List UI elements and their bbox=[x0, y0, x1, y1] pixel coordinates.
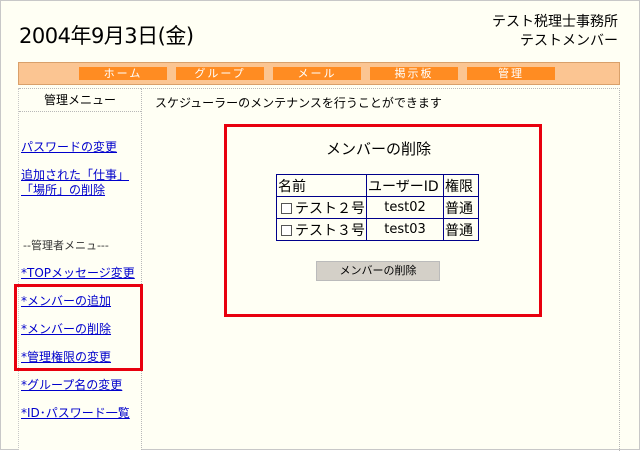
sidebar-link-top-message[interactable]: *TOPメッセージ変更 bbox=[21, 264, 135, 281]
member-name: テストメンバー bbox=[520, 33, 618, 49]
member-checkbox[interactable] bbox=[281, 203, 292, 214]
userid-cell: test03 bbox=[366, 218, 444, 241]
member-checkbox[interactable] bbox=[281, 225, 292, 236]
member-name: テスト２号 bbox=[295, 200, 365, 217]
name-cell: テスト３号 bbox=[276, 218, 367, 241]
userid-cell: test02 bbox=[366, 196, 444, 219]
role-cell: 普通 bbox=[443, 218, 479, 241]
sidebar-link-place[interactable]: 「場所」の削除 bbox=[21, 181, 105, 198]
table-row: テスト２号 test02 普通 bbox=[276, 196, 479, 219]
column-header-role: 権限 bbox=[443, 174, 479, 197]
nav-board-button[interactable]: 掲示板 bbox=[370, 67, 458, 80]
sidebar-link-id-list[interactable]: *ID･パスワード一覧 bbox=[21, 404, 130, 421]
nav-admin-button[interactable]: 管理 bbox=[467, 67, 555, 80]
office-info: テスト税理士事務所 テストメンバー bbox=[492, 13, 618, 51]
role-cell: 普通 bbox=[443, 196, 479, 219]
column-header-name: 名前 bbox=[276, 174, 367, 197]
table-header-row: 名前 ユーザーID 権限 bbox=[276, 174, 479, 197]
table-row: テスト３号 test03 普通 bbox=[276, 218, 479, 241]
page-description: スケジューラーのメンテナンスを行うことができます bbox=[155, 96, 442, 110]
form-title: メンバーの削除 bbox=[326, 140, 432, 158]
sidebar-title: 管理メニュー bbox=[19, 88, 141, 112]
nav-mail-button[interactable]: メール bbox=[273, 67, 361, 80]
nav-group-button[interactable]: グループ bbox=[176, 67, 264, 80]
name-cell: テスト２号 bbox=[276, 196, 367, 219]
nav-bar: ホーム グループ メール 掲示板 管理 bbox=[18, 62, 620, 85]
sidebar-link-password[interactable]: パスワードの変更 bbox=[21, 138, 117, 155]
nav-home-button[interactable]: ホーム bbox=[79, 67, 167, 80]
column-header-userid: ユーザーID bbox=[366, 174, 444, 197]
delete-member-button[interactable]: メンバーの削除 bbox=[316, 261, 440, 281]
sidebar-highlight-box bbox=[14, 284, 143, 371]
sidebar-link-group-name[interactable]: *グループ名の変更 bbox=[21, 376, 122, 393]
admin-menu-heading: --管理者メニュ--- bbox=[23, 239, 109, 252]
member-table: 名前 ユーザーID 権限 テスト２号 test02 普通 テスト３号 test0… bbox=[276, 174, 479, 241]
page-date: 2004年9月3日(金) bbox=[19, 24, 194, 48]
office-name: テスト税理士事務所 bbox=[492, 14, 618, 30]
member-name: テスト３号 bbox=[295, 222, 365, 239]
sidebar: 管理メニュー パスワードの変更 追加された「仕事」 「場所」の削除 --管理者メ… bbox=[18, 88, 142, 450]
